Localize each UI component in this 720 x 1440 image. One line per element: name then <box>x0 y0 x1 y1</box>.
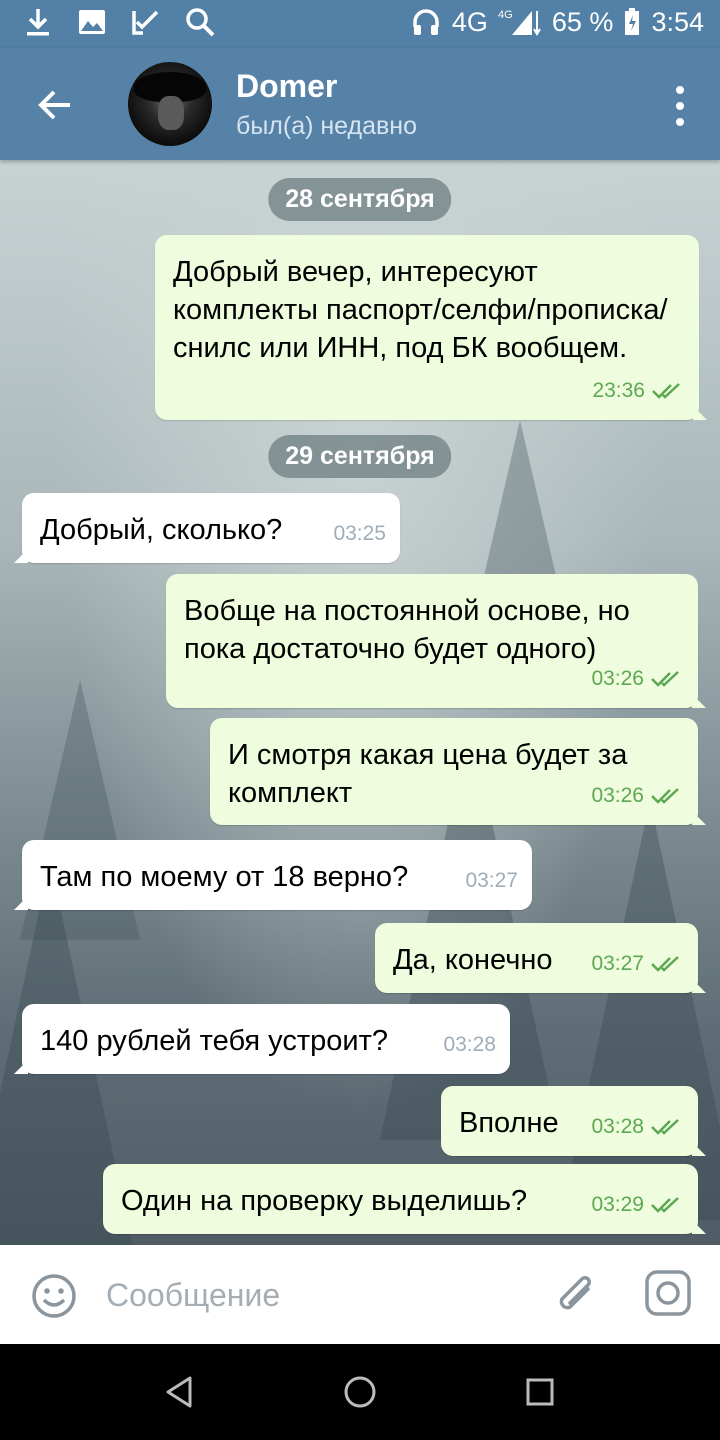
message-time: 03:27 <box>465 869 518 892</box>
image-icon <box>76 6 108 38</box>
headphones-icon <box>410 6 442 38</box>
message-time: 23:36 <box>592 379 645 402</box>
double-check-icon <box>651 956 679 972</box>
message-time: 03:26 <box>591 667 644 690</box>
check-pencil-icon <box>130 6 162 38</box>
message-bubble-outgoing[interactable]: Вполне 03:28 <box>441 1086 706 1156</box>
network-label: 4G <box>451 6 488 37</box>
message-bubble-incoming[interactable]: 140 рублей тебя устроит? 03:28 <box>14 1004 510 1074</box>
message-time: 03:27 <box>591 952 644 975</box>
message-time: 03:26 <box>591 784 644 807</box>
search-icon <box>184 6 216 38</box>
message-text: Один на проверку выделишь? <box>121 1185 528 1217</box>
double-check-icon <box>652 383 680 399</box>
camera-button[interactable] <box>644 1269 692 1317</box>
message-text: Вобще на постоянной основе, но пока дост… <box>184 595 630 665</box>
message-bubble-incoming[interactable]: Добрый, сколько? 03:25 <box>14 493 400 563</box>
emoji-icon <box>32 1274 76 1318</box>
background-tree <box>560 800 720 1220</box>
message-time: 03:28 <box>443 1033 496 1056</box>
message-time: 03:29 <box>591 1193 644 1216</box>
message-text: Добрый, сколько? <box>40 514 283 546</box>
double-check-icon <box>651 671 679 687</box>
message-bubble-outgoing[interactable]: Да, конечно 03:27 <box>375 923 706 993</box>
message-bubble-outgoing[interactable]: Один на проверку выделишь? 03:29 <box>103 1164 706 1234</box>
paperclip-icon <box>559 1276 591 1310</box>
network-small-label: 4G <box>498 9 513 21</box>
emoji-button[interactable] <box>30 1272 78 1320</box>
home-circle-icon <box>344 1376 376 1408</box>
download-icon <box>22 6 54 38</box>
message-bubble-outgoing[interactable]: И смотря какая цена будет за комплект 03… <box>210 718 706 825</box>
nav-back-button[interactable] <box>162 1374 198 1410</box>
message-text: И смотря какая цена будет за комплект <box>228 739 628 809</box>
system-navigation-bar <box>0 1344 720 1440</box>
signal-icon: 4G <box>498 6 542 38</box>
message-composer <box>0 1245 720 1344</box>
clock: 3:54 <box>651 6 704 37</box>
double-check-icon <box>651 1119 679 1135</box>
message-text: 140 рублей тебя устроит? <box>40 1025 388 1057</box>
battery-icon <box>623 6 641 38</box>
back-button[interactable] <box>30 80 80 130</box>
message-bubble-outgoing[interactable]: Добрый вечер, интересуют комплекты паспо… <box>155 235 707 420</box>
back-triangle-icon <box>166 1376 192 1408</box>
recents-square-icon <box>526 1378 554 1406</box>
nav-home-button[interactable] <box>342 1374 378 1410</box>
more-vert-icon <box>676 86 684 94</box>
more-menu-button[interactable] <box>670 86 690 126</box>
message-input[interactable] <box>104 1269 528 1321</box>
message-bubble-outgoing[interactable]: Вобще на постоянной основе, но пока дост… <box>166 574 706 708</box>
status-bar: 4G 4G 65 % 3:54 <box>0 0 720 48</box>
contact-status: был(а) недавно <box>236 112 418 140</box>
double-check-icon <box>651 1197 679 1213</box>
attach-button[interactable] <box>552 1269 600 1321</box>
avatar[interactable] <box>128 62 212 146</box>
message-text: Добрый вечер, интересуют комплекты паспо… <box>173 256 668 364</box>
message-time: 03:28 <box>591 1115 644 1138</box>
chat-area[interactable]: 28 сентября Добрый вечер, интересуют ком… <box>0 160 720 1245</box>
nav-recents-button[interactable] <box>522 1374 558 1410</box>
date-divider: 28 сентября <box>268 178 452 221</box>
message-time: 03:25 <box>333 522 386 545</box>
double-check-icon <box>651 788 679 804</box>
contact-name[interactable]: Domer <box>236 68 337 105</box>
message-text: Да, конечно <box>393 944 553 976</box>
message-bubble-incoming[interactable]: Там по моему от 18 верно? 03:27 <box>14 840 532 910</box>
chat-header: Domer был(а) недавно <box>0 48 720 160</box>
date-divider: 29 сентября <box>268 435 452 478</box>
back-arrow-icon <box>38 90 70 120</box>
camera-icon <box>645 1270 691 1316</box>
message-text: Там по моему от 18 верно? <box>40 861 409 893</box>
battery-percent: 65 % <box>551 6 614 37</box>
message-text: Вполне <box>459 1107 559 1139</box>
